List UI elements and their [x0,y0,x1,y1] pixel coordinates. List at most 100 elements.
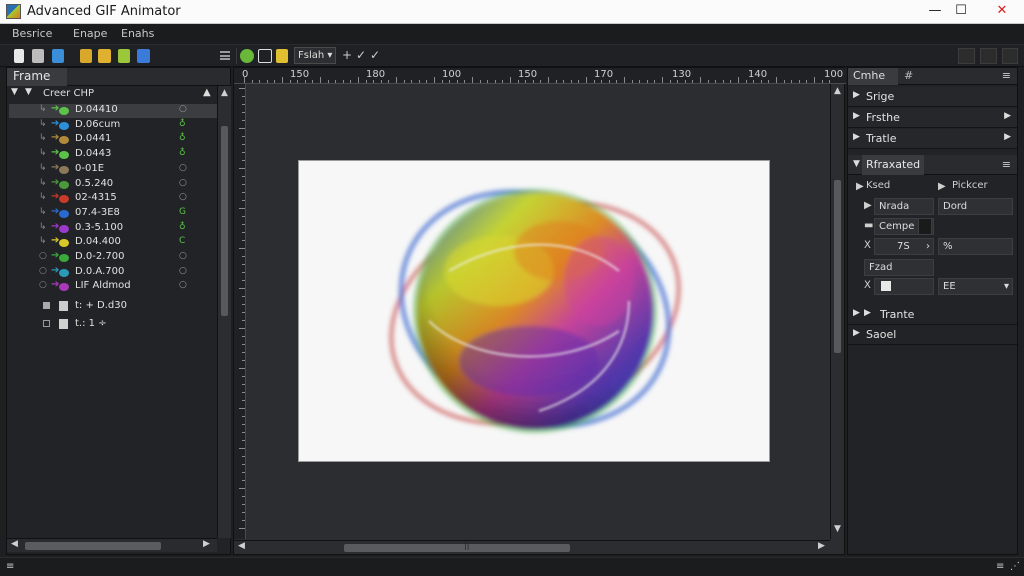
frame-row[interactable]: ○ ➔ D.0.A.700 ○ [9,264,217,280]
y-input[interactable] [874,278,934,295]
frame-status-icon[interactable]: ○ [179,163,187,173]
property-group[interactable]: ▶ Frsthe ▶ [848,108,1017,128]
scroll-up-icon[interactable]: ▲ [834,86,841,96]
ruler-tick [494,80,496,83]
menu-item-3[interactable]: Enahs [121,27,154,40]
scroll-thumb[interactable] [834,180,841,353]
brush-icon[interactable] [276,49,288,63]
panel-menu-icon[interactable]: ≡ [1002,69,1011,82]
scroll-down-icon[interactable]: ▼ [834,524,841,534]
frame-row[interactable]: ↳ ➔ D.04410 ○ [9,103,217,118]
copy-icon[interactable] [32,49,44,63]
frame-arrow-icon: ➔ [51,264,60,276]
frame-status-icon[interactable]: ○ [179,178,187,188]
frame-status-icon[interactable]: ○ [179,266,187,276]
scroll-thumb[interactable] [25,542,161,550]
menu-item-1[interactable]: Besrice [12,27,52,40]
frame-list-vscroll[interactable]: ▲ [217,86,231,538]
view-toggle-1[interactable] [958,48,975,64]
scroll-thumb[interactable]: || [344,541,570,552]
frame-row[interactable]: ↳ ➔ D.06cum ♁ [9,118,217,133]
frame-status-icon[interactable]: ○ [179,280,187,290]
x-input[interactable]: 7S › [874,238,934,255]
tool-icon[interactable] [80,49,92,63]
tab-hash[interactable]: # [904,69,913,82]
scroll-right-icon[interactable]: ▶ [818,541,825,551]
list-item[interactable]: t.: 1 ÷ [9,318,217,332]
frame-status-icon[interactable]: ○ [179,192,187,202]
frame-status-icon[interactable]: ○ [179,251,187,261]
prop-field[interactable]: Dord [938,198,1013,215]
frame-icon[interactable] [258,49,272,63]
add-icon[interactable]: + [342,48,352,62]
view-toggle-2[interactable] [980,48,997,64]
list-item[interactable]: t: + D.d30 [9,300,217,314]
link-icon[interactable] [52,49,64,63]
frame-list-hscroll[interactable]: ◀ ▶ [7,538,217,552]
scroll-left-icon[interactable]: ◀ [238,541,245,551]
apply-icon[interactable]: ✓ [370,48,380,62]
collapse-icon-2[interactable]: ▼ [25,87,32,97]
collapse-up-icon[interactable]: ▲ [203,87,211,98]
frame-row[interactable]: ○ ➔ LIF Aldmod ○ [9,279,217,294]
effects-icon[interactable] [118,49,130,63]
frame-label: D.0441 [75,133,112,145]
frame-status-icon[interactable]: ○ [179,104,187,114]
frame-row[interactable]: ↳ ➔ 07.4-3E8 G [9,206,217,221]
color-swatch[interactable] [918,218,932,235]
section-menu-icon[interactable]: ≡ [1002,158,1011,171]
frame-row[interactable]: ↳ ➔ 0-01E ○ [9,162,217,177]
frame-status-icon[interactable]: ♁ [179,222,186,232]
frame-row[interactable]: ↳ ➔ D.0441 ♁ [9,132,217,147]
ruler-tick [242,96,245,97]
percent-input[interactable]: % [938,238,1013,255]
toolbar-menu-icon[interactable] [220,51,230,60]
frame-status-icon[interactable]: ♁ [179,133,186,143]
maximize-button[interactable]: ☐ [946,0,976,24]
export-icon[interactable] [137,49,150,63]
prop-dropdown[interactable]: EE ▾ [938,278,1013,295]
close-button[interactable]: ✕ [980,0,1024,24]
scroll-right-icon[interactable]: ▶ [203,539,210,549]
tab-frame[interactable]: Frame [7,68,67,86]
collapse-icon[interactable]: ▼ [11,87,18,97]
frame-status-icon[interactable]: C [179,236,185,246]
ruler-tick [242,176,245,177]
ruler-tick [373,80,375,83]
menu-item-2[interactable]: Enape [73,27,107,40]
layers-icon[interactable] [98,49,111,63]
effect-dropdown[interactable]: Fslah ▾ [294,47,336,64]
animation-canvas[interactable] [298,160,770,462]
tab-properties[interactable]: Cmhe [848,68,898,85]
property-group[interactable]: ▶ Tratle ▶ [848,129,1017,149]
tree-root[interactable]: ▼ ▼ Creer CHP ▲ [9,87,217,102]
canvas-hscroll[interactable]: ◀ || ▶ [234,540,830,554]
frame-row[interactable]: ↳ ➔ 02-4315 ○ [9,191,217,206]
scroll-up-icon[interactable]: ▲ [221,88,228,98]
frame-status-icon[interactable]: ♁ [179,119,186,129]
property-group[interactable]: ▶ Saoel [848,325,1017,345]
frame-row[interactable]: ↳ ➔ 0.5.240 ○ [9,177,217,192]
prop-field[interactable]: Fzad [864,259,934,276]
prop-field[interactable]: Nrada [874,198,934,215]
view-toggle-3[interactable] [1002,48,1018,64]
ruler-label: 150 [290,69,310,80]
frame-status-icon[interactable]: G [179,207,186,217]
property-group[interactable]: ▶ Srige [848,87,1017,107]
scroll-thumb[interactable] [221,126,228,316]
resize-grip-icon[interactable]: ⋰ [1010,561,1020,572]
frame-row[interactable]: ↳ ➔ 0.3-5.100 ♁ [9,221,217,236]
ruler-tick [692,80,694,83]
check-icon[interactable]: ✓ [356,48,366,62]
canvas-vscroll[interactable]: ▲ ▼ [830,84,844,539]
properties-section-header[interactable]: ▼ Rfraxated ≡ [848,155,1017,175]
new-file-icon[interactable] [14,49,24,63]
frame-row[interactable]: ↳ ➔ D.04.400 C [9,235,217,250]
ruler-tick [242,240,245,241]
scroll-left-icon[interactable]: ◀ [11,539,18,549]
frame-row[interactable]: ↳ ➔ D.0443 ♁ [9,147,217,162]
property-group[interactable]: ▶ ▶ Trante [848,305,1017,325]
frame-row[interactable]: ○ ➔ D.0-2.700 ○ [9,250,217,265]
play-icon[interactable] [240,49,254,63]
frame-status-icon[interactable]: ♁ [179,148,186,158]
